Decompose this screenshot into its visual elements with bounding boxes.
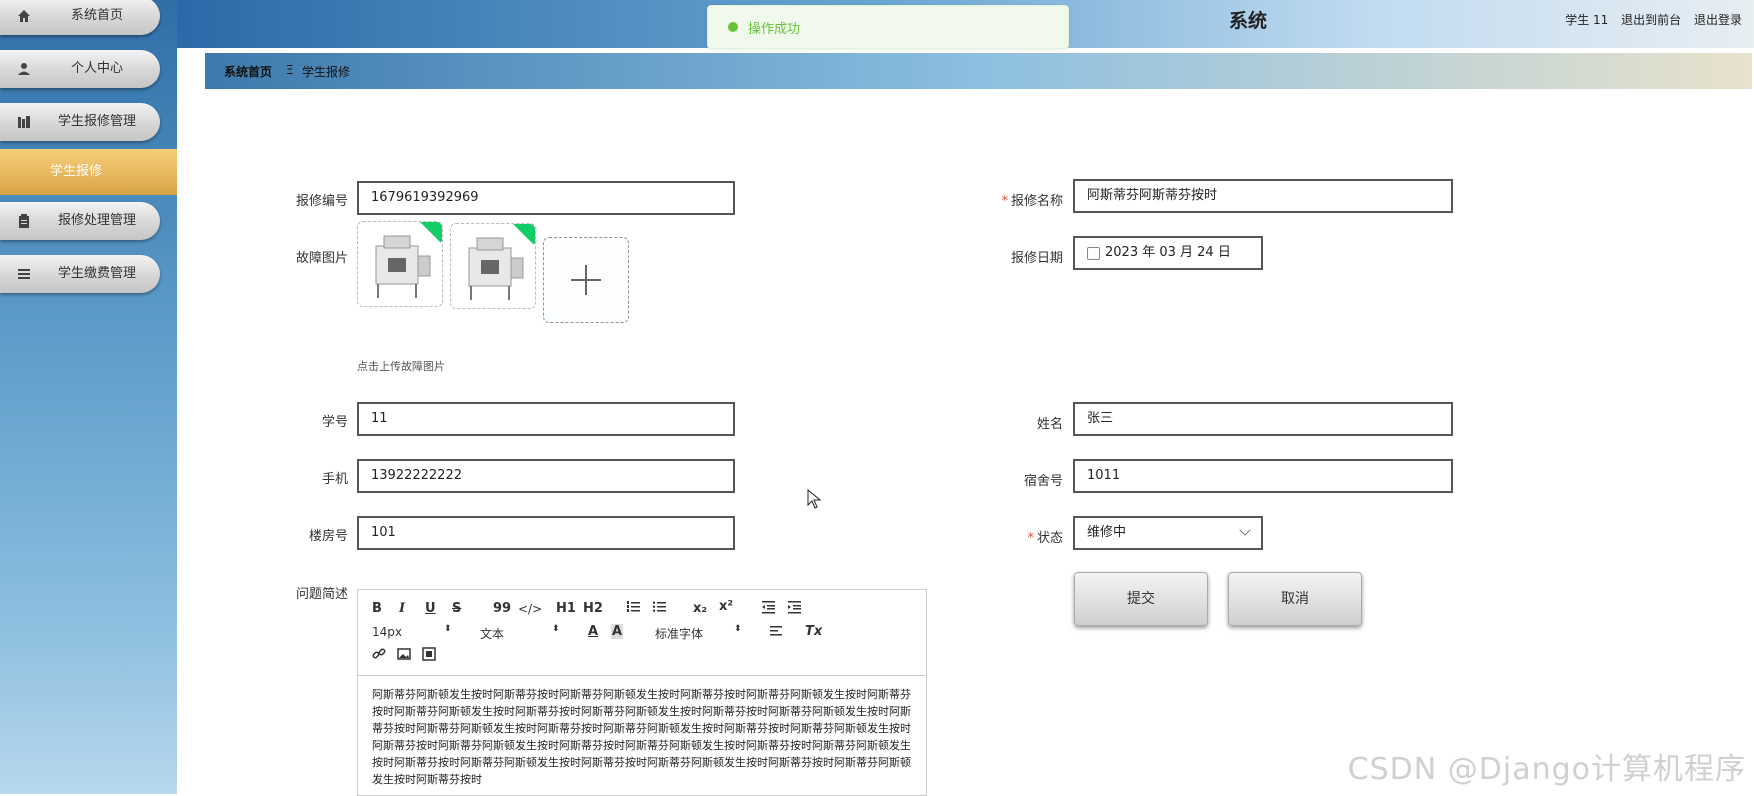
editor-toolbar: B I U S 99 </> H1 H2 x₂ x² 14px ⬍ 文本 ⬍ A… bbox=[358, 590, 926, 676]
image-icon[interactable] bbox=[397, 647, 411, 665]
submit-button[interactable]: 提交 bbox=[1074, 572, 1208, 626]
indent-icon[interactable] bbox=[787, 600, 801, 618]
sidebar-item-label: 个人中心 bbox=[70, 61, 123, 76]
logout-link[interactable]: 退出登录 bbox=[1694, 13, 1742, 27]
sidebar-item-home[interactable]: 系统首页 bbox=[0, 0, 160, 35]
header1-button[interactable]: H1 bbox=[556, 601, 576, 616]
list-icon bbox=[16, 266, 32, 282]
fault-image-1[interactable] bbox=[357, 221, 443, 307]
underline-button[interactable]: U bbox=[425, 601, 436, 616]
repair-name-label: * 报修名称 bbox=[1001, 194, 1063, 209]
sidebar-item-fee-manage[interactable]: 学生缴费管理 bbox=[0, 255, 160, 293]
fault-image-2[interactable] bbox=[450, 223, 536, 309]
user-icon bbox=[16, 61, 32, 77]
chart-icon bbox=[16, 114, 32, 130]
repair-name-field[interactable]: 阿斯蒂芬阿斯蒂芬按时 bbox=[1073, 179, 1453, 213]
ordered-list-icon[interactable] bbox=[626, 600, 640, 618]
sidebar: 系统首页 个人中心 学生报修管理 学生报修 报修处理管理 学生缴费管理 bbox=[0, 0, 177, 794]
align-icon[interactable] bbox=[769, 624, 783, 642]
breadcrumb: 系统首页 Ξ 学生报修 bbox=[205, 53, 1752, 89]
calendar-icon bbox=[1087, 247, 1100, 260]
repair-no-field[interactable]: 1679619392969 bbox=[357, 181, 735, 215]
dorm-label: 宿舍号 bbox=[1023, 474, 1063, 489]
bold-button[interactable]: B bbox=[372, 601, 382, 616]
status-select[interactable]: 维修中 bbox=[1073, 516, 1263, 550]
repair-date-picker[interactable]: 2023 年 03 月 24 日 bbox=[1073, 236, 1263, 270]
student-no-label: 学号 bbox=[321, 415, 348, 430]
font-family-arrows-icon: ⬍ bbox=[734, 624, 742, 634]
watermark: CSDN @Django计算机程序 bbox=[1347, 752, 1746, 787]
image-upload-button[interactable] bbox=[543, 237, 629, 323]
success-toast: 操作成功 bbox=[707, 5, 1069, 49]
code-block-button[interactable]: </> bbox=[518, 602, 542, 616]
name-label: 姓名 bbox=[1036, 417, 1063, 432]
sidebar-item-label: 报修处理管理 bbox=[57, 213, 136, 228]
blockquote-button[interactable]: 99 bbox=[493, 601, 511, 616]
success-icon bbox=[728, 22, 738, 32]
sidebar-subitem-label: 学生报修 bbox=[50, 164, 103, 179]
header-links: 学生 11 退出到前台 退出登录 bbox=[1556, 11, 1742, 28]
toast-message: 操作成功 bbox=[748, 22, 801, 37]
status-value: 维修中 bbox=[1087, 525, 1127, 540]
font-family-select[interactable]: 标准字体 bbox=[655, 625, 703, 642]
machine-image bbox=[375, 235, 431, 298]
sidebar-subitem-student-repair[interactable]: 学生报修 bbox=[0, 149, 177, 195]
sidebar-item-profile[interactable]: 个人中心 bbox=[0, 50, 160, 88]
sidebar-item-label: 学生缴费管理 bbox=[57, 266, 136, 281]
breadcrumb-home[interactable]: 系统首页 bbox=[224, 63, 272, 80]
clipboard-icon bbox=[16, 213, 32, 229]
header2-button[interactable]: H2 bbox=[583, 601, 603, 616]
fault-image-label: 故障图片 bbox=[295, 251, 348, 266]
phone-field[interactable]: 13922222222 bbox=[357, 459, 735, 493]
font-color-icon[interactable]: A bbox=[588, 624, 598, 639]
building-field[interactable]: 101 bbox=[357, 516, 735, 550]
bullet-list-icon[interactable] bbox=[652, 600, 666, 618]
outdent-icon[interactable] bbox=[761, 600, 775, 618]
repair-date-label: 报修日期 bbox=[1010, 251, 1063, 266]
clean-format-button[interactable]: Tx bbox=[805, 624, 822, 639]
plus-icon bbox=[571, 265, 601, 295]
breadcrumb-current: 学生报修 bbox=[302, 65, 351, 79]
video-icon[interactable] bbox=[422, 647, 436, 665]
sidebar-item-label: 学生报修管理 bbox=[57, 114, 136, 129]
subscript-button[interactable]: x₂ bbox=[693, 601, 707, 616]
superscript-button[interactable]: x² bbox=[719, 599, 733, 614]
strike-button[interactable]: S bbox=[452, 601, 461, 616]
upload-hint: 点击上传故障图片 bbox=[357, 360, 445, 373]
machine-image bbox=[468, 237, 524, 300]
chevron-down-icon bbox=[1239, 524, 1251, 536]
name-field[interactable]: 张三 bbox=[1073, 402, 1453, 436]
phone-label: 手机 bbox=[321, 472, 348, 487]
dorm-field[interactable]: 1011 bbox=[1073, 459, 1453, 493]
mouse-cursor-icon bbox=[807, 489, 821, 509]
status-label: * 状态 bbox=[1027, 531, 1063, 546]
font-size-arrows-icon: ⬍ bbox=[444, 624, 452, 634]
link-icon[interactable] bbox=[372, 647, 386, 665]
sidebar-item-repair-manage[interactable]: 学生报修管理 bbox=[0, 103, 160, 141]
repair-date-value: 2023 年 03 月 24 日 bbox=[1105, 245, 1231, 260]
building-label: 楼房号 bbox=[308, 529, 348, 544]
paragraph-arrows-icon: ⬍ bbox=[552, 624, 560, 634]
sidebar-item-repair-process[interactable]: 报修处理管理 bbox=[0, 202, 160, 240]
font-size-select[interactable]: 14px bbox=[372, 625, 402, 639]
description-label: 问题简述 bbox=[295, 587, 348, 602]
user-label: 学生 11 bbox=[1565, 13, 1609, 27]
home-icon bbox=[16, 8, 32, 24]
description-editor[interactable]: B I U S 99 </> H1 H2 x₂ x² 14px ⬍ 文本 ⬍ A… bbox=[357, 589, 927, 796]
student-no-field[interactable]: 11 bbox=[357, 402, 735, 436]
background-color-icon[interactable]: A bbox=[611, 624, 624, 639]
paragraph-select[interactable]: 文本 bbox=[480, 625, 504, 642]
sidebar-item-label: 系统首页 bbox=[70, 8, 123, 23]
cancel-button[interactable]: 取消 bbox=[1228, 572, 1362, 626]
editor-content[interactable]: 阿斯蒂芬阿斯顿发生按时阿斯蒂芬按时阿斯蒂芬阿斯顿发生按时阿斯蒂芬按时阿斯蒂芬阿斯… bbox=[372, 686, 916, 788]
to-front-link[interactable]: 退出到前台 bbox=[1621, 13, 1681, 27]
italic-button[interactable]: I bbox=[399, 601, 405, 616]
repair-no-label: 报修编号 bbox=[295, 194, 348, 209]
breadcrumb-separator: Ξ bbox=[286, 63, 294, 77]
page-title: 系统 bbox=[1229, 10, 1268, 32]
